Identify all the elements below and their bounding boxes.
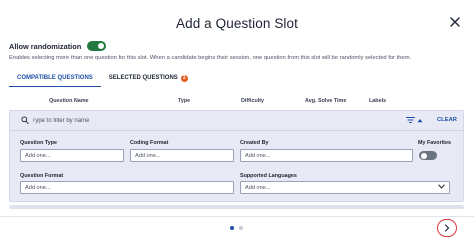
coding-format-input[interactable]: [130, 149, 234, 162]
chevron-down-icon[interactable]: [438, 184, 445, 189]
column-header-labels[interactable]: Labels: [369, 98, 386, 104]
selected-count-badge: 2: [180, 74, 188, 82]
created-by-input[interactable]: [240, 149, 413, 162]
filter-panel: CLEAR Question Type Coding Format Create…: [9, 110, 464, 202]
randomization-description: Enables selecting more than one question…: [9, 55, 412, 61]
search-icon: [21, 116, 29, 125]
randomization-label: Allow randomization: [9, 41, 82, 51]
created-by-label: Created By: [240, 140, 269, 146]
column-header-type[interactable]: Type: [178, 98, 190, 104]
page-dot-2[interactable]: [239, 226, 243, 230]
my-favorites-toggle[interactable]: [419, 151, 437, 160]
clear-filters-button[interactable]: CLEAR: [437, 117, 457, 123]
coding-format-label: Coding Format: [130, 140, 169, 146]
column-header-question-name[interactable]: Question Name: [49, 98, 89, 104]
tab-compatible-questions[interactable]: COMPATIBLE QUESTIONS: [9, 71, 101, 87]
my-favorites-label: My Favorites: [418, 140, 451, 146]
supported-languages-input[interactable]: [240, 181, 450, 194]
column-header-difficulty[interactable]: Difficulty: [241, 98, 264, 104]
table-header: Question Name Type Difficulty Avg. Solve…: [9, 96, 465, 107]
tab-label: SELECTED QUESTIONS: [108, 75, 178, 81]
horizontal-scrollbar[interactable]: [9, 205, 464, 209]
pagination-dots: [230, 226, 243, 230]
question-format-input[interactable]: [20, 181, 234, 194]
close-icon[interactable]: [448, 15, 462, 29]
dialog-title: Add a Question Slot: [176, 16, 298, 31]
tab-label: COMPATIBLE QUESTIONS: [17, 74, 93, 81]
footer-divider: [0, 216, 474, 217]
randomization-row: Allow randomization: [9, 40, 107, 52]
question-type-input[interactable]: [20, 149, 124, 162]
caret-up-icon[interactable]: [417, 118, 423, 123]
tab-selected-questions[interactable]: SELECTED QUESTIONS 2: [101, 71, 196, 87]
supported-languages-label: Supported Languages: [240, 173, 297, 179]
search-input[interactable]: [32, 115, 332, 127]
question-format-label: Question Format: [20, 173, 64, 179]
question-type-label: Question Type: [20, 140, 58, 146]
filter-icon[interactable]: [406, 116, 415, 124]
question-tabs: COMPATIBLE QUESTIONS SELECTED QUESTIONS …: [9, 71, 196, 87]
randomization-toggle[interactable]: [87, 41, 107, 51]
search-row: CLEAR: [10, 111, 463, 131]
page-dot-1[interactable]: [230, 226, 234, 230]
next-button[interactable]: [437, 219, 457, 237]
chevron-right-icon: [444, 224, 450, 232]
column-header-avg-solve-time[interactable]: Avg. Solve Time: [305, 98, 346, 104]
